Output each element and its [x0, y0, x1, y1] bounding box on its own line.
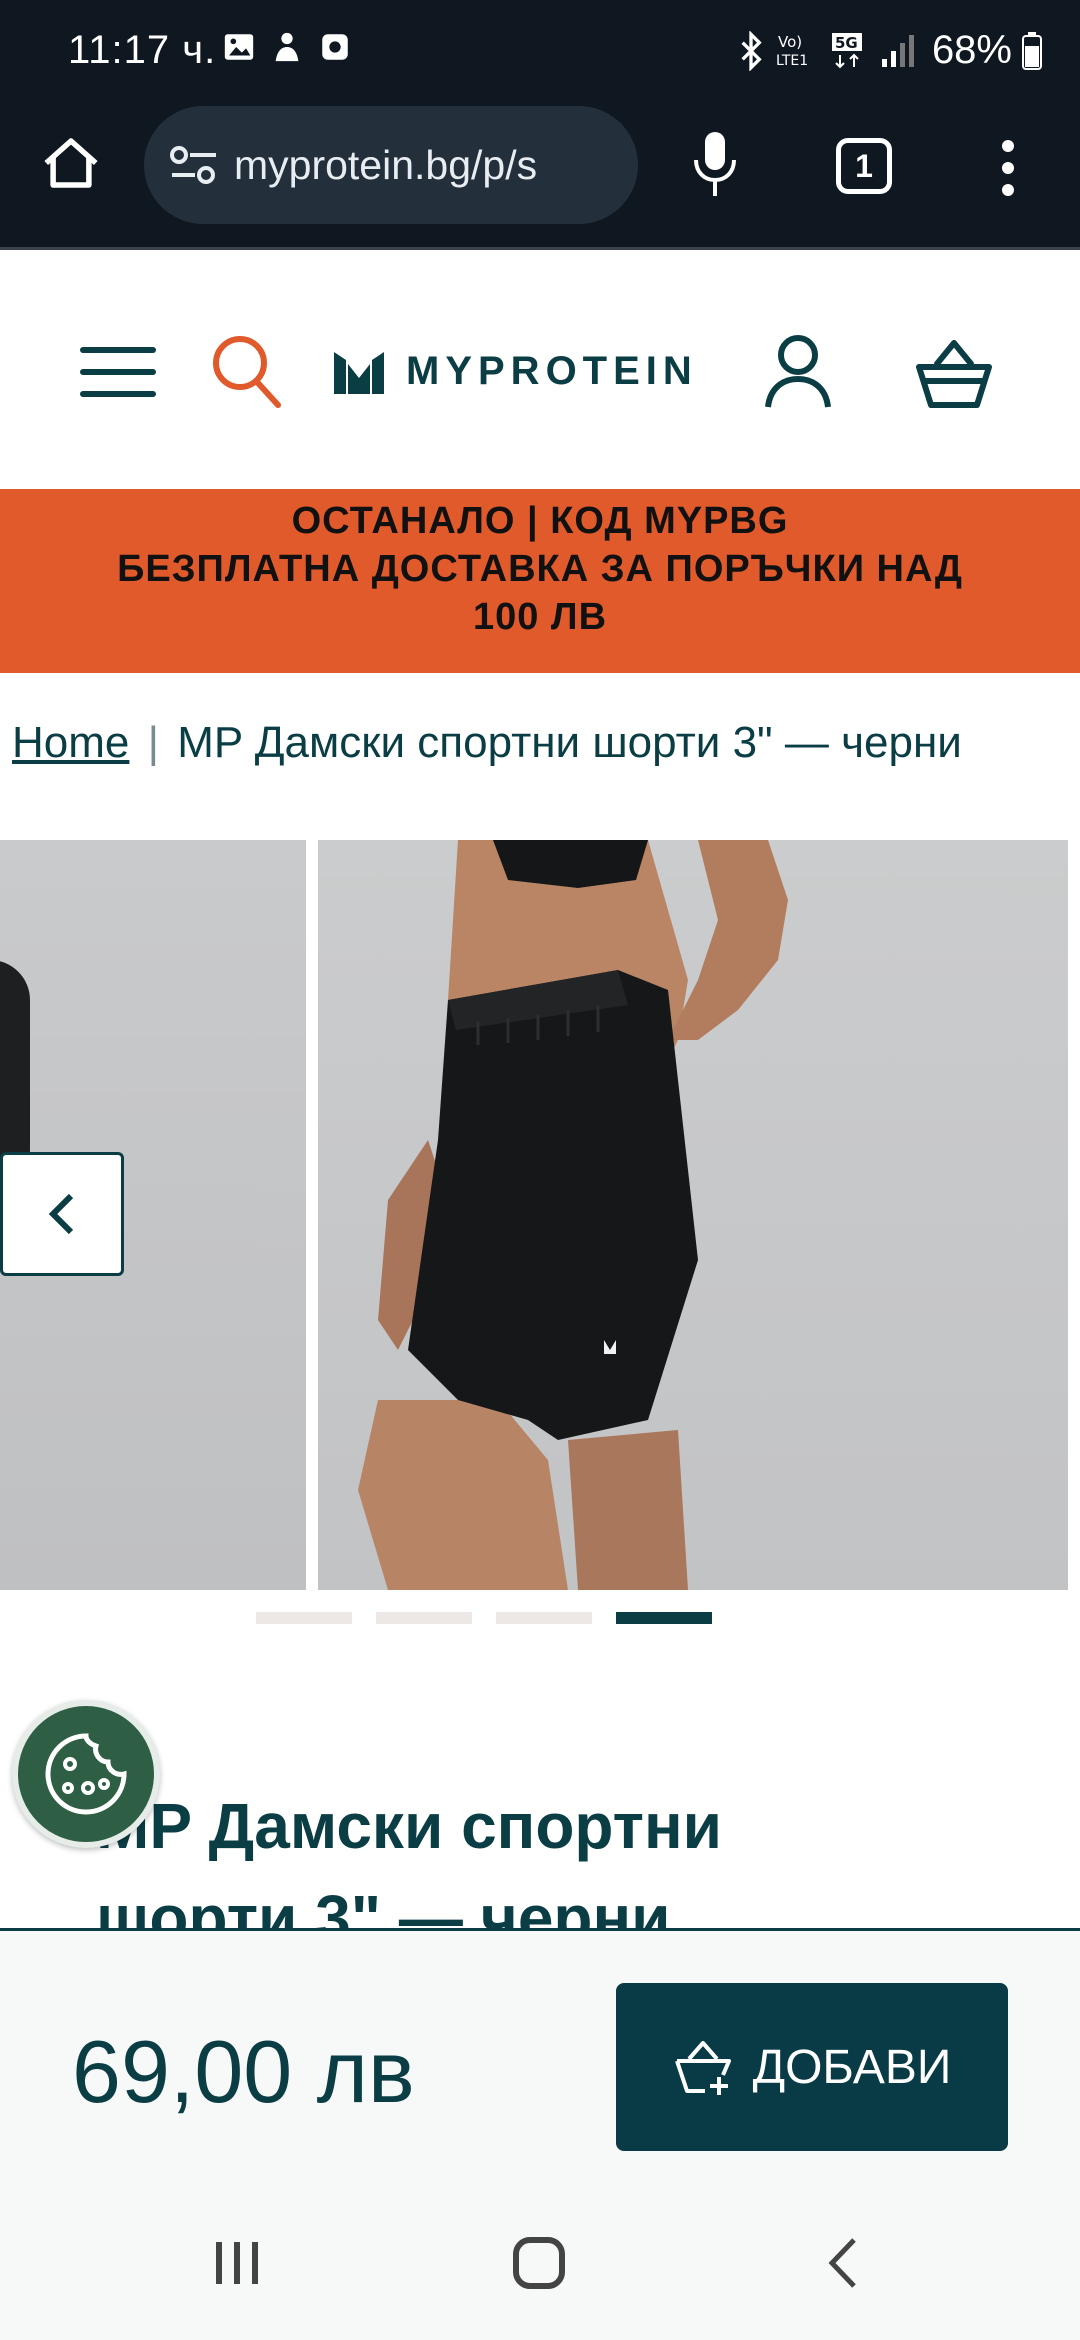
- gallery-pagination: [0, 1612, 1080, 1626]
- chevron-left-icon: [48, 1193, 74, 1235]
- basket-icon[interactable]: [916, 339, 992, 409]
- svg-text:Vo): Vo): [778, 33, 802, 51]
- status-time: 11:17 ч.: [68, 28, 217, 72]
- logo-mark-icon: [334, 351, 384, 394]
- more-vert-icon[interactable]: [998, 138, 1018, 198]
- breadcrumb-separator: |: [147, 718, 160, 767]
- volte-icon: Vo) LTE1: [776, 33, 808, 69]
- url-text: myprotein.bg/p/s: [234, 141, 538, 188]
- gallery-slide-current[interactable]: [318, 840, 1068, 1590]
- gallery-dot-1[interactable]: [256, 1612, 352, 1624]
- myprotein-logo[interactable]: MYPROTEIN: [334, 349, 698, 394]
- cookie-icon: [45, 1733, 127, 1815]
- product-price: 69,00 лв: [72, 2022, 415, 2121]
- breadcrumb-current: MP Дамски спортни шорти 3" — черни: [177, 718, 962, 767]
- system-navigation-bar: [0, 2188, 1080, 2340]
- battery-icon: [1022, 31, 1042, 70]
- account-icon[interactable]: [764, 333, 832, 409]
- gallery-dot-4[interactable]: [616, 1612, 712, 1624]
- gallery-notification-icon: [224, 34, 254, 60]
- promo-line-1: ОСТАНАЛО | КОД MYPBG: [291, 500, 789, 542]
- promo-line-3: 100 ЛВ: [472, 596, 608, 638]
- app-notification-icon: [275, 32, 299, 62]
- battery-percent: 68%: [931, 28, 1012, 72]
- gallery-dot-2[interactable]: [376, 1612, 472, 1624]
- breadcrumb: Home | MP Дамски спортни шорти 3" — черн…: [12, 718, 1080, 768]
- site-header: MYPROTEIN: [0, 253, 1080, 489]
- sticky-purchase-bar: 69,00 лв ДОБАВИ: [0, 1928, 1080, 2188]
- gallery-prev-button[interactable]: [0, 1152, 124, 1276]
- logo-text: MYPROTEIN: [406, 349, 698, 393]
- add-to-basket-button[interactable]: ДОБАВИ: [616, 1983, 1008, 2151]
- signal-icon: [881, 34, 914, 67]
- tune-icon[interactable]: [168, 143, 220, 187]
- breadcrumb-home-link[interactable]: Home: [12, 718, 129, 767]
- cookie-settings-button[interactable]: [12, 1700, 160, 1848]
- 5g-icon: 5G: [831, 32, 862, 68]
- promo-banner[interactable]: ОСТАНАЛО | КОД MYPBG БЕЗПЛАТНА ДОСТАВКА …: [0, 489, 1080, 673]
- promo-line-2: БЕЗПЛАТНА ДОСТАВКА ЗА ПОРЪЧКИ НАД: [117, 548, 963, 590]
- svg-text:LTE1: LTE1: [776, 53, 808, 69]
- add-to-basket-icon: [674, 2041, 731, 2095]
- browser-toolbar: myprotein.bg/p/s 1: [0, 100, 1080, 250]
- record-notification-icon: [322, 34, 348, 60]
- status-bar: 11:17 ч. Vo) LTE1 5G 68%: [0, 0, 1080, 100]
- product-gallery[interactable]: [0, 840, 1080, 1590]
- svg-text:5G: 5G: [835, 34, 858, 52]
- tab-switcher-button[interactable]: 1: [836, 138, 892, 194]
- notification-icons: [222, 30, 352, 64]
- bluetooth-icon: [741, 30, 762, 71]
- home-nav-icon[interactable]: [512, 2236, 566, 2290]
- add-to-basket-label: ДОБАВИ: [752, 2040, 952, 2094]
- mic-icon[interactable]: [690, 128, 740, 202]
- status-right: Vo) LTE1 5G 68%: [736, 28, 1042, 73]
- address-bar[interactable]: myprotein.bg/p/s: [144, 106, 638, 224]
- hamburger-icon[interactable]: [80, 345, 156, 399]
- product-title-line-1: MP Дамски спортни: [96, 1790, 722, 1862]
- recents-icon[interactable]: [212, 2240, 262, 2286]
- gallery-dot-3[interactable]: [496, 1612, 592, 1624]
- screen: 11:17 ч. Vo) LTE1 5G 68% myprotein.bg/p/s…: [0, 0, 1080, 2340]
- home-icon[interactable]: [38, 130, 104, 196]
- back-icon[interactable]: [826, 2236, 858, 2290]
- product-photo-shorts: [358, 840, 788, 1590]
- search-icon[interactable]: [210, 333, 282, 409]
